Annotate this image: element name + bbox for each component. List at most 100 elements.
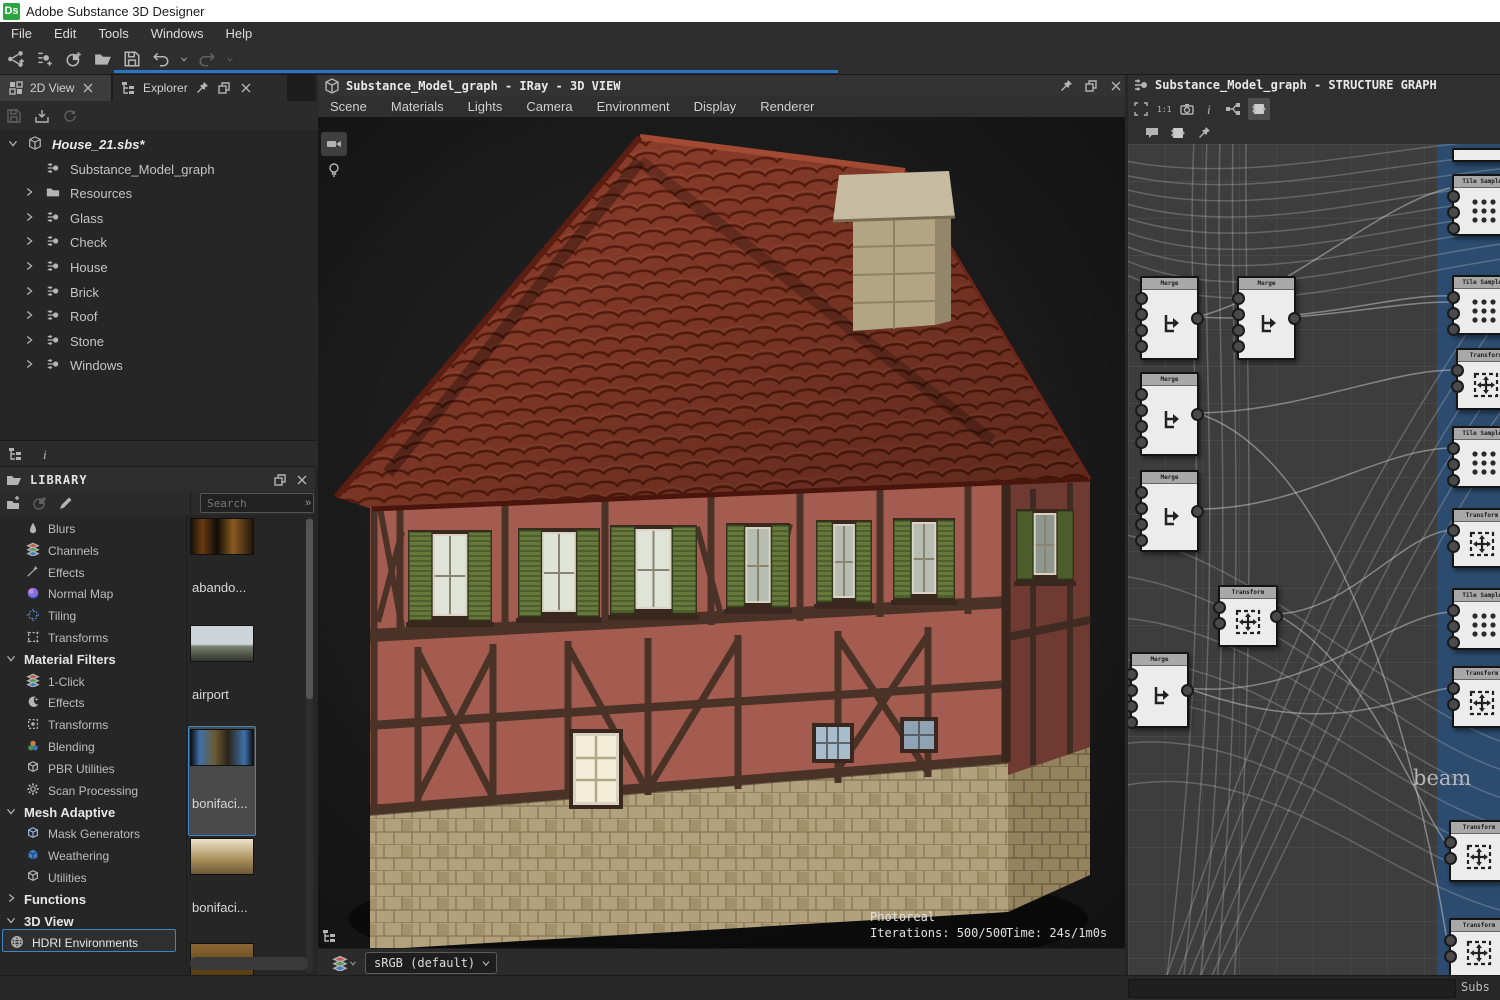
tree-item-house[interactable]: House <box>0 255 315 279</box>
input-port[interactable] <box>1128 716 1138 729</box>
graph-node-merge[interactable]: Merge <box>1140 276 1199 360</box>
graph-node-merge[interactable]: Merge <box>1130 652 1189 728</box>
close-icon[interactable] <box>80 80 96 96</box>
input-port[interactable] <box>1447 291 1460 304</box>
library-item-weathering[interactable]: Weathering <box>0 845 186 867</box>
input-port[interactable] <box>1447 222 1460 235</box>
refresh-icon[interactable] <box>62 108 78 124</box>
input-port[interactable] <box>1135 486 1148 499</box>
input-port[interactable] <box>1447 682 1460 695</box>
output-port[interactable] <box>1191 408 1204 421</box>
input-port[interactable] <box>1447 190 1460 203</box>
tree-item-check[interactable]: Check <box>0 231 315 255</box>
graph-node-partial[interactable] <box>1452 148 1500 162</box>
input-port[interactable] <box>1135 518 1148 531</box>
graph-node-merge[interactable]: Merge <box>1140 470 1199 552</box>
input-port[interactable] <box>1135 404 1148 417</box>
input-port[interactable] <box>1451 364 1464 377</box>
3dview-menu-camera[interactable]: Camera <box>514 99 584 114</box>
tree-item-substance_model_graph[interactable]: Substance_Model_graph <box>0 157 315 181</box>
graph-node-transform[interactable]: Transform <box>1218 585 1278 647</box>
tree-item-stone[interactable]: Stone <box>0 329 315 353</box>
graph-node-transform[interactable]: Transform <box>1449 918 1500 975</box>
color-profile-select[interactable]: sRGB (default) <box>365 952 497 974</box>
fit-view-icon[interactable] <box>1133 101 1149 117</box>
add-pie-icon[interactable] <box>32 495 48 511</box>
input-port[interactable] <box>1444 950 1457 963</box>
library-item-effects[interactable]: Effects <box>0 562 186 584</box>
toolbar-save-button[interactable] <box>119 47 145 71</box>
library-item-tiling[interactable]: Tiling <box>0 605 186 627</box>
menu-file[interactable]: File <box>0 22 43 44</box>
3d-viewport[interactable] <box>318 117 1125 948</box>
library-item-utilities[interactable]: Utilities <box>0 867 186 889</box>
import-icon[interactable] <box>34 108 50 124</box>
input-port[interactable] <box>1447 442 1460 455</box>
input-port[interactable] <box>1447 524 1460 537</box>
graph-node-merge[interactable]: Merge <box>1140 372 1199 456</box>
output-port[interactable] <box>1191 312 1204 325</box>
color-layers-icon[interactable] <box>332 955 348 971</box>
input-port[interactable] <box>1232 308 1245 321</box>
toolbar-pieAdd-button[interactable] <box>61 47 87 71</box>
input-port[interactable] <box>1451 380 1464 393</box>
zoom-1-1-icon[interactable]: 1:1 <box>1156 101 1172 117</box>
input-port[interactable] <box>1213 617 1226 630</box>
camera-mode-button[interactable] <box>321 132 347 156</box>
node-tool-icon[interactable] <box>1248 98 1270 120</box>
toolbar-chevD-button[interactable] <box>177 47 191 71</box>
input-port[interactable] <box>1135 436 1148 449</box>
toolbar-folderOpen-button[interactable] <box>90 47 116 71</box>
pin-icon[interactable] <box>1058 78 1074 94</box>
tree-item-resources[interactable]: Resources <box>0 182 315 206</box>
close-icon[interactable] <box>294 472 310 488</box>
3dview-menu-environment[interactable]: Environment <box>585 99 682 114</box>
toolbar-redo-button[interactable] <box>194 47 220 71</box>
input-port[interactable] <box>1447 636 1460 649</box>
library-item-mask-generators[interactable]: Mask Generators <box>0 823 186 845</box>
library-item-effects[interactable]: Effects <box>0 692 186 714</box>
tree-item-brick[interactable]: Brick <box>0 280 315 304</box>
3dview-menu-display[interactable]: Display <box>682 99 749 114</box>
statusbar-field[interactable] <box>1128 979 1456 998</box>
toolbar-undo-button[interactable] <box>148 47 174 71</box>
light-button[interactable] <box>324 158 344 182</box>
search-expand-chevrons[interactable]: » <box>305 497 311 509</box>
tab-2d-view[interactable]: 2D View <box>0 75 111 101</box>
tree-view-icon[interactable] <box>8 446 24 462</box>
input-port[interactable] <box>1135 292 1148 305</box>
input-port[interactable] <box>1447 698 1460 711</box>
input-port[interactable] <box>1232 292 1245 305</box>
graph-node-transform[interactable]: Transform <box>1452 508 1500 568</box>
input-port[interactable] <box>1135 308 1148 321</box>
tree-item-roof[interactable]: Roof <box>0 305 315 329</box>
thumbnail-image[interactable] <box>190 625 254 662</box>
graph-node-dots[interactable]: Tile Sampler <box>1452 426 1500 488</box>
library-item-1-click[interactable]: 1-Click <box>0 671 186 693</box>
close-icon[interactable] <box>238 80 254 96</box>
library-hscrollbar[interactable] <box>190 957 308 970</box>
graph-node-transform[interactable]: Transform <box>1449 820 1500 882</box>
close-icon[interactable] <box>1108 78 1124 94</box>
library-item-blending[interactable]: Blending <box>0 736 186 758</box>
input-port[interactable] <box>1232 324 1245 337</box>
thumbnail-image[interactable] <box>190 729 254 766</box>
output-port[interactable] <box>1181 684 1194 697</box>
menu-windows[interactable]: Windows <box>140 22 215 44</box>
library-item-blurs[interactable]: Blurs <box>0 518 186 540</box>
tab-explorer[interactable]: Explorer <box>113 75 287 101</box>
structure-graph-canvas[interactable]: beam MergeMergeMergeMergeTransformMergeT… <box>1128 144 1500 975</box>
add-folder-icon[interactable] <box>6 495 22 511</box>
input-port[interactable] <box>1232 340 1245 353</box>
pin-icon[interactable] <box>1196 125 1212 141</box>
input-port[interactable] <box>1444 934 1457 947</box>
library-item-scan-processing[interactable]: Scan Processing <box>0 780 186 802</box>
scene-tree-icon[interactable] <box>322 928 338 944</box>
library-item-hdri-environments[interactable]: HDRI Environments <box>0 932 186 954</box>
input-port[interactable] <box>1447 474 1460 487</box>
input-port[interactable] <box>1135 502 1148 515</box>
input-port[interactable] <box>1444 852 1457 865</box>
pin-icon[interactable] <box>194 80 210 96</box>
tree-item-glass[interactable]: Glass <box>0 206 315 230</box>
info-icon[interactable]: i <box>38 446 54 462</box>
